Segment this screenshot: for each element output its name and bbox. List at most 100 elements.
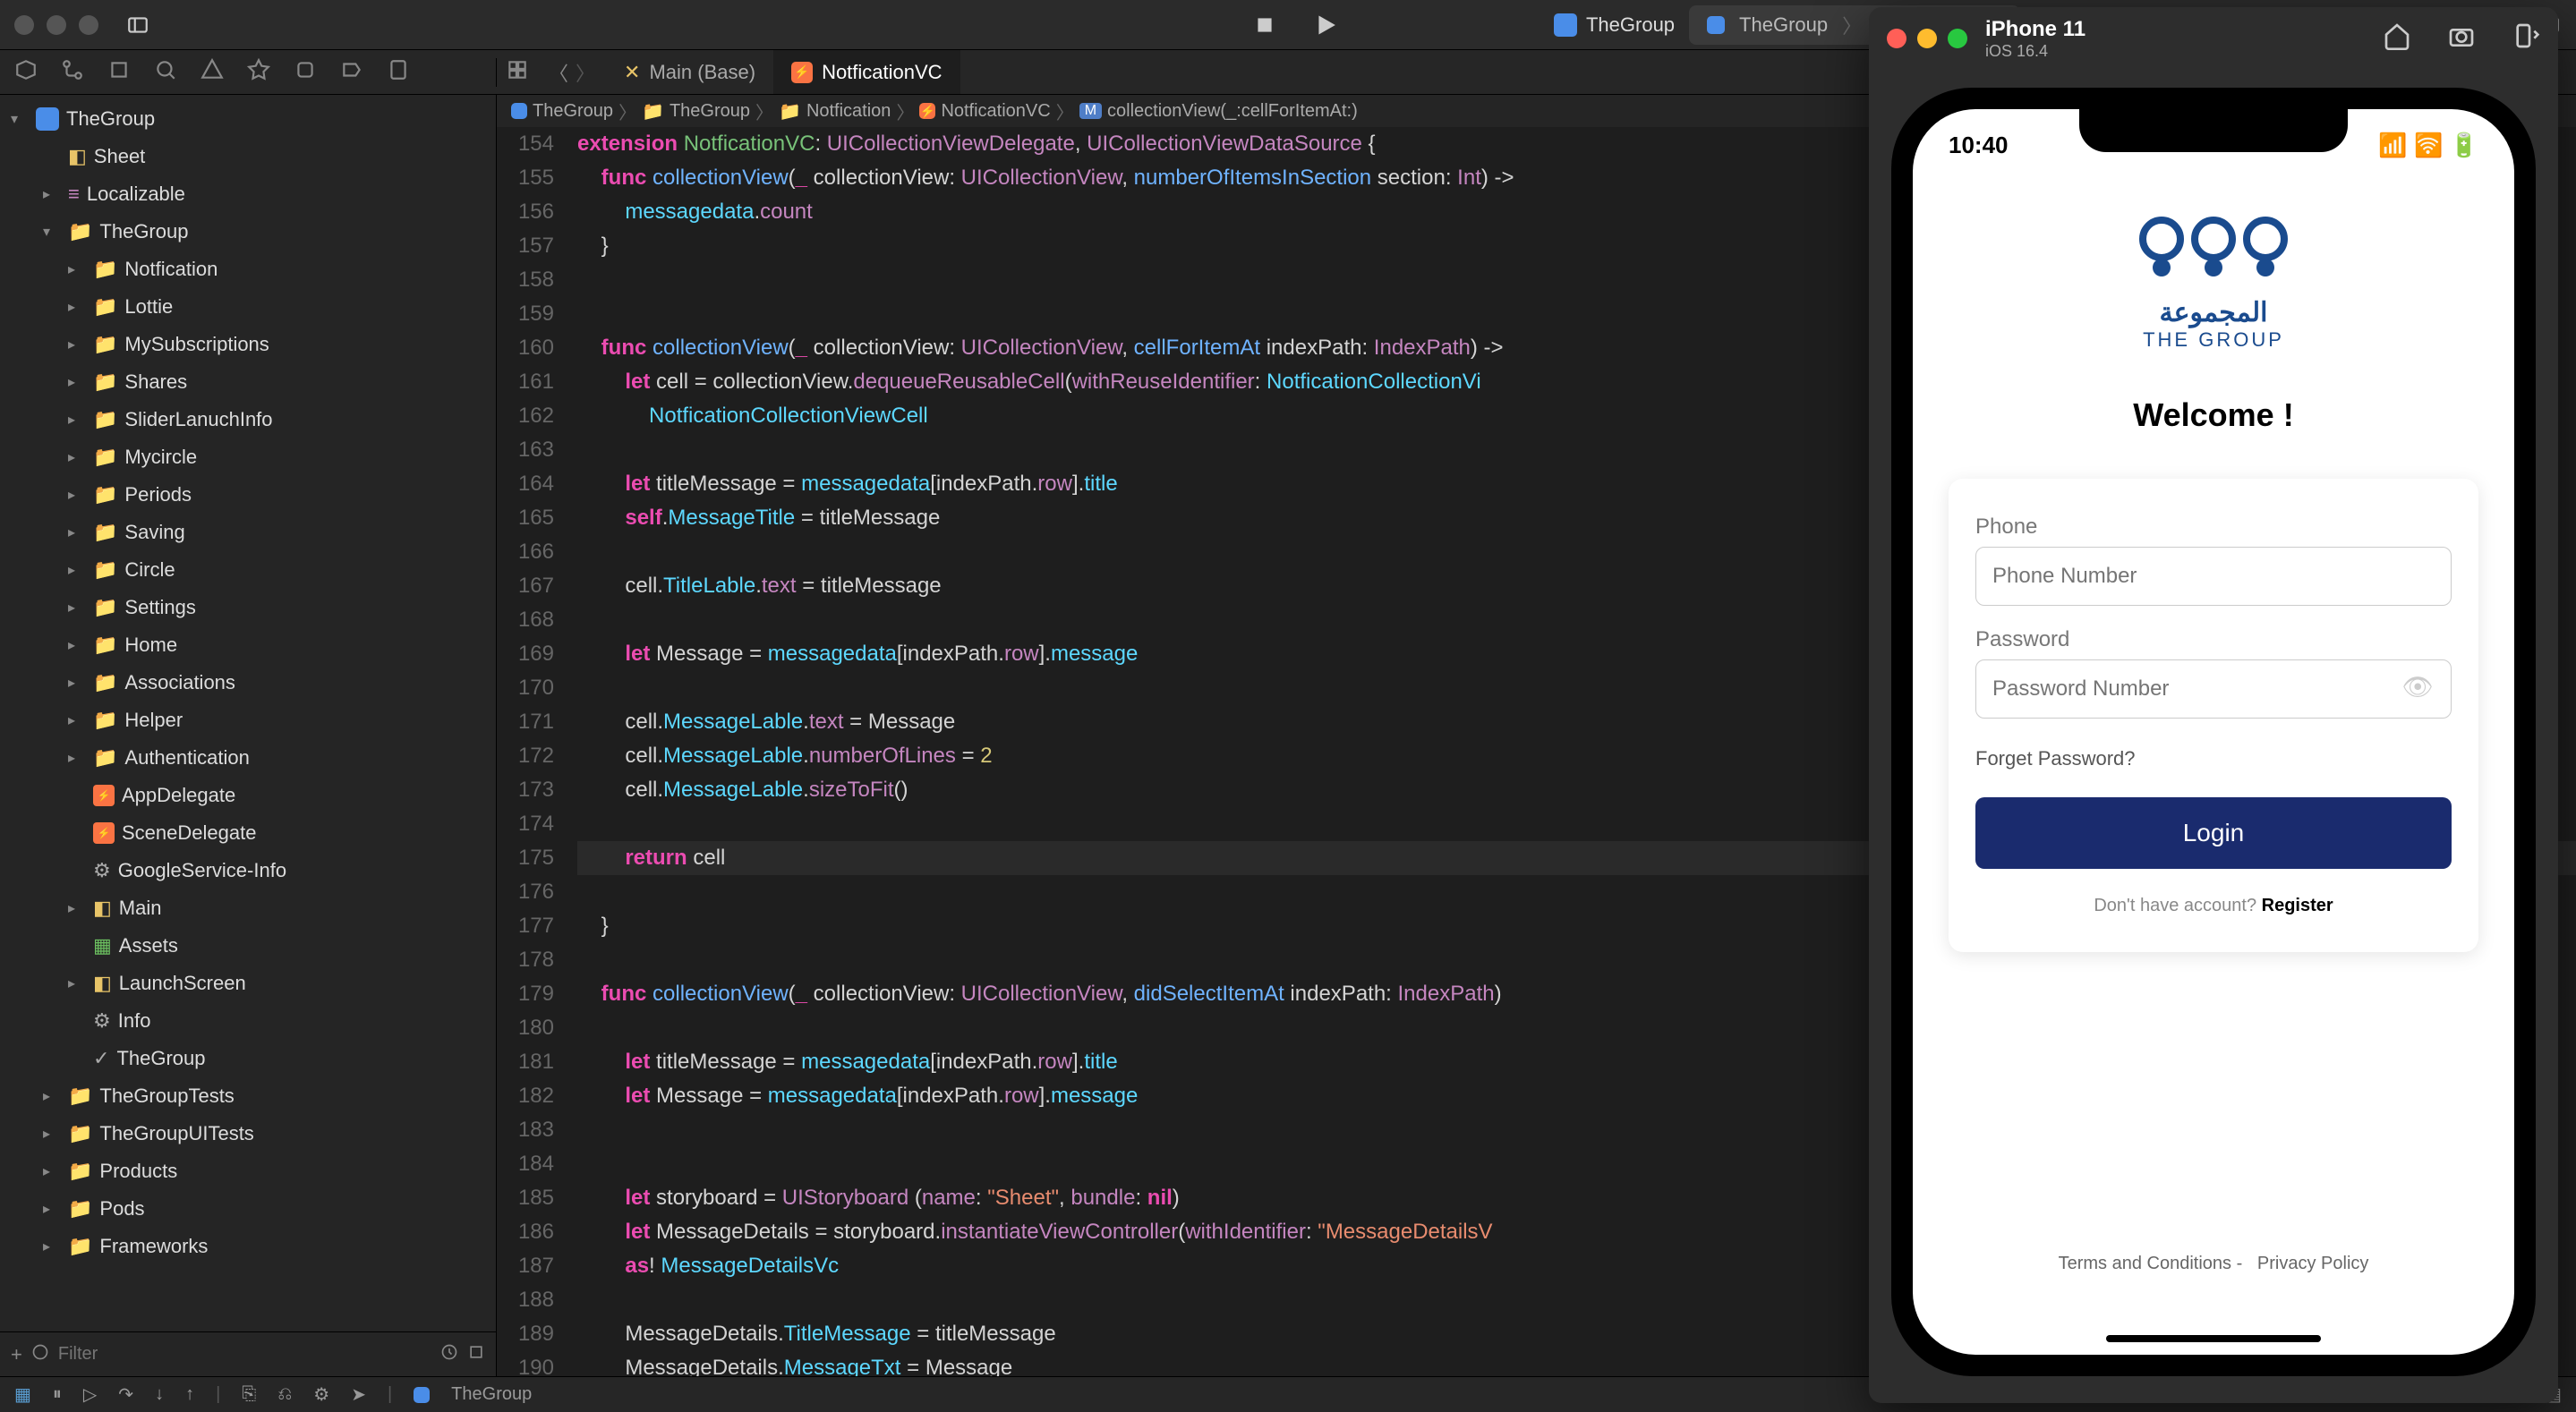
- rotate-icon[interactable]: [2512, 21, 2540, 55]
- breakpoint-navigator-icon[interactable]: [340, 58, 363, 87]
- line-number[interactable]: 188: [497, 1283, 554, 1317]
- line-number[interactable]: 166: [497, 535, 554, 569]
- home-icon[interactable]: [2383, 21, 2411, 55]
- line-number[interactable]: 168: [497, 603, 554, 637]
- line-number[interactable]: 163: [497, 433, 554, 467]
- sim-zoom-button[interactable]: [1948, 29, 1967, 48]
- tree-item[interactable]: ▸📁Notfication: [0, 251, 496, 288]
- disclosure-icon[interactable]: ▸: [68, 749, 86, 767]
- tree-item[interactable]: ▸📁Mycircle: [0, 438, 496, 476]
- privacy-link[interactable]: Privacy Policy: [2257, 1254, 2368, 1273]
- phone-input[interactable]: [1975, 547, 2452, 606]
- breadcrumb-item[interactable]: ⚡NotficationVC: [919, 101, 1050, 122]
- editor-tab[interactable]: ✕Main (Base): [606, 50, 773, 94]
- sidebar-toggle-icon[interactable]: [125, 13, 150, 38]
- debug-navigator-icon[interactable]: [294, 58, 317, 87]
- tree-item[interactable]: ⚡SceneDelegate: [0, 814, 496, 852]
- breadcrumb-item[interactable]: 📁Notfication: [779, 100, 891, 123]
- tree-item[interactable]: ▸📁TheGroupTests: [0, 1077, 496, 1115]
- continue-icon[interactable]: ▷: [83, 1383, 97, 1406]
- tree-item[interactable]: ▸📁SliderLanuchInfo: [0, 401, 496, 438]
- disclosure-icon[interactable]: ▸: [68, 373, 86, 391]
- tree-item[interactable]: ▸📁Helper: [0, 702, 496, 739]
- line-number[interactable]: 186: [497, 1215, 554, 1249]
- project-root[interactable]: ▾ TheGroup: [0, 100, 496, 138]
- disclosure-icon[interactable]: ▸: [43, 1200, 61, 1218]
- zoom-window-button[interactable]: [79, 15, 98, 35]
- line-number[interactable]: 167: [497, 569, 554, 603]
- report-navigator-icon[interactable]: [387, 58, 410, 87]
- environment-icon[interactable]: ⚙: [313, 1383, 329, 1406]
- tree-item[interactable]: ▸📁Periods: [0, 476, 496, 514]
- line-number[interactable]: 175: [497, 841, 554, 875]
- tree-item[interactable]: ⚙GoogleService-Info: [0, 852, 496, 889]
- disclosure-icon[interactable]: ▸: [68, 674, 86, 692]
- scm-filter-icon[interactable]: [467, 1343, 485, 1366]
- line-number[interactable]: 161: [497, 365, 554, 399]
- step-in-icon[interactable]: ↓: [155, 1384, 164, 1405]
- line-number[interactable]: 158: [497, 263, 554, 297]
- tree-item[interactable]: ▸📁Home: [0, 626, 496, 664]
- minimize-window-button[interactable]: [47, 15, 66, 35]
- disclosure-icon[interactable]: ▸: [68, 523, 86, 541]
- tree-item[interactable]: ▸📁Associations: [0, 664, 496, 702]
- terms-link[interactable]: Terms and Conditions -: [2059, 1254, 2243, 1273]
- disclosure-icon[interactable]: ▸: [68, 561, 86, 579]
- tree-item[interactable]: ▸📁Saving: [0, 514, 496, 551]
- disclosure-icon[interactable]: ▸: [68, 411, 86, 429]
- tree-item[interactable]: ▸📁Circle: [0, 551, 496, 589]
- line-number[interactable]: 155: [497, 161, 554, 195]
- tree-item[interactable]: ▸📁Pods: [0, 1190, 496, 1228]
- breadcrumb-item[interactable]: McollectionView(_:cellForItemAt:): [1079, 101, 1358, 122]
- sim-close-button[interactable]: [1887, 29, 1906, 48]
- home-indicator[interactable]: [2106, 1335, 2321, 1342]
- tree-item[interactable]: ▾📁TheGroup: [0, 213, 496, 251]
- forward-button[interactable]: 〉: [576, 58, 595, 87]
- line-number[interactable]: 177: [497, 909, 554, 943]
- line-number[interactable]: 171: [497, 705, 554, 739]
- line-number[interactable]: 182: [497, 1079, 554, 1113]
- tree-item[interactable]: ▸📁Authentication: [0, 739, 496, 777]
- line-number[interactable]: 157: [497, 229, 554, 263]
- debug-toggle-icon[interactable]: ▦: [14, 1383, 31, 1406]
- line-number[interactable]: 190: [497, 1351, 554, 1376]
- project-navigator-icon[interactable]: [14, 58, 38, 87]
- add-icon[interactable]: +: [11, 1343, 22, 1366]
- register-link[interactable]: Register: [2262, 896, 2333, 915]
- line-number[interactable]: 169: [497, 637, 554, 671]
- line-number[interactable]: 164: [497, 467, 554, 501]
- disclosure-icon[interactable]: ▸: [68, 899, 86, 917]
- disclosure-icon[interactable]: ▸: [43, 1125, 61, 1143]
- disclosure-icon[interactable]: ▸: [68, 486, 86, 504]
- line-number[interactable]: 174: [497, 807, 554, 841]
- symbol-navigator-icon[interactable]: [107, 58, 131, 87]
- breadcrumb-item[interactable]: TheGroup: [511, 101, 613, 122]
- sim-minimize-button[interactable]: [1917, 29, 1937, 48]
- disclosure-icon[interactable]: ▸: [43, 185, 61, 203]
- line-number[interactable]: 156: [497, 195, 554, 229]
- line-number[interactable]: 187: [497, 1249, 554, 1283]
- filter-input[interactable]: [58, 1344, 431, 1365]
- line-number[interactable]: 178: [497, 943, 554, 977]
- forgot-password-link[interactable]: Forget Password?: [1975, 747, 2452, 770]
- tree-item[interactable]: ▸📁Products: [0, 1153, 496, 1190]
- eye-icon[interactable]: 👁: [2401, 672, 2434, 702]
- line-number[interactable]: 176: [497, 875, 554, 909]
- password-input[interactable]: [1975, 659, 2452, 719]
- line-number[interactable]: 179: [497, 977, 554, 1011]
- line-number[interactable]: 170: [497, 671, 554, 705]
- line-number[interactable]: 159: [497, 297, 554, 331]
- tree-item[interactable]: ▸📁TheGroupUITests: [0, 1115, 496, 1153]
- disclosure-icon[interactable]: ▸: [68, 599, 86, 617]
- line-number[interactable]: 162: [497, 399, 554, 433]
- close-icon[interactable]: ✕: [624, 61, 640, 84]
- line-number[interactable]: 181: [497, 1045, 554, 1079]
- filter-scope-icon[interactable]: [31, 1343, 49, 1366]
- tree-item[interactable]: ▸≡Localizable: [0, 175, 496, 213]
- tree-item[interactable]: ▸📁MySubscriptions: [0, 326, 496, 363]
- memory-icon[interactable]: ⎌: [277, 1384, 292, 1405]
- view-debug-icon[interactable]: ⎘: [242, 1384, 256, 1405]
- tree-item[interactable]: ▸◧LaunchScreen: [0, 965, 496, 1002]
- disclosure-icon[interactable]: ▸: [68, 298, 86, 316]
- tree-item[interactable]: ⚙Info: [0, 1002, 496, 1040]
